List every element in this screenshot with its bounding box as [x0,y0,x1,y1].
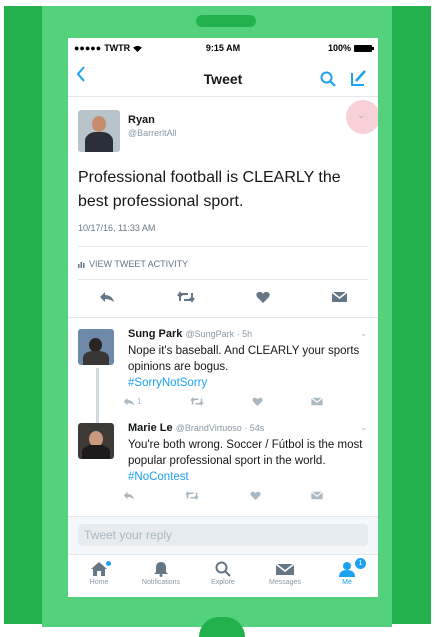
reply-author-handle: @SungPark [185,329,235,339]
heart-icon [256,291,271,303]
envelope-icon [310,397,323,406]
reply-button[interactable] [99,290,115,308]
reply-time: 54s [249,423,265,433]
reply-text: You're both wrong. Soccer / Fútbol is th… [128,437,374,485]
main-tweet-avatar[interactable] [78,110,120,152]
reply-icon [123,491,135,500]
reply-author-name: Sung Park [128,328,183,340]
nav-bar: Tweet [68,58,378,97]
tab-notifications[interactable]: Notifications [130,555,192,597]
divider [78,246,368,247]
reply-icon [123,397,135,406]
main-tweet-text: Professional football is CLEARLY the bes… [78,169,341,210]
envelope-icon [311,491,323,500]
reply-body: You're both wrong. Soccer / Fútbol is th… [128,439,363,467]
tab-label: Notifications [141,579,181,586]
battery-indicator: 100% [327,43,374,53]
reply-author[interactable]: Marie Le @BrandVirtuoso · 54s [128,422,264,434]
reply-avatar[interactable] [78,329,114,365]
phone-screen: ●●●●● TWTR 9:15 AM 100% Tweet Ryan @Barr… [68,38,378,597]
hashtag-link[interactable]: #NoContest [128,471,189,483]
retweet-icon [190,397,204,406]
like-button[interactable] [250,491,261,500]
envelope-icon [331,291,348,302]
bar-chart-icon [78,261,85,268]
status-bar: ●●●●● TWTR 9:15 AM 100% [68,38,378,58]
reply-actions: 1 [123,397,323,406]
tab-label: Messages [269,579,301,586]
search-icon [215,561,231,577]
tab-explore[interactable]: Explore [192,555,254,597]
tab-bar: Home Notifications Explore Messages 1 Me [68,554,378,597]
like-button[interactable] [252,397,263,406]
chevron-down-icon: ⌄ [360,422,368,432]
retweet-icon [185,491,199,500]
battery-percent: 100% [327,43,351,53]
reply-options-button[interactable]: ⌄ [360,422,368,433]
message-button[interactable] [331,290,348,308]
bell-icon [154,562,168,577]
retweet-button[interactable] [185,491,199,500]
tab-home[interactable]: Home [68,555,130,597]
reply-body: Nope it's baseball. And CLEARLY your spo… [128,345,360,373]
reply-input[interactable]: Tweet your reply [78,524,368,546]
like-button[interactable] [256,290,271,308]
search-icon [320,71,336,87]
heart-icon [252,397,263,406]
view-tweet-activity-button[interactable]: VIEW TWEET ACTIVITY [78,259,188,269]
battery-icon [354,44,374,52]
reply-icon [99,292,114,302]
retweet-icon [176,291,195,303]
phone-speaker [196,15,256,27]
reply-time: 5h [242,329,253,339]
retweet-button[interactable] [176,290,195,308]
reply-avatar[interactable] [78,423,114,459]
reply-actions [123,491,323,500]
reply-button[interactable]: 1 [123,397,141,406]
reply-composer: Tweet your reply [68,516,378,554]
chevron-down-icon: ⌄ [360,328,368,338]
compose-icon [351,70,366,86]
search-button[interactable] [320,71,336,92]
retweet-button[interactable] [190,397,204,406]
tab-label: Me [342,579,352,586]
main-tweet-name[interactable]: Ryan [128,114,155,126]
tab-me[interactable]: 1 Me [316,555,378,597]
reply-options-button[interactable]: ⌄ [360,328,368,339]
message-button[interactable] [311,491,323,500]
notification-badge: 1 [354,557,367,570]
tab-messages[interactable]: Messages [254,555,316,597]
tweet-options-button[interactable]: ⌄ [357,110,365,121]
main-tweet-handle[interactable]: @BarrerltAll [128,128,177,138]
main-tweet-timestamp: 10/17/16, 11:33 AM [78,223,156,233]
reply-button[interactable] [123,491,135,500]
main-tweet-actions [68,290,378,308]
envelope-icon [276,563,294,575]
reply-text: Nope it's baseball. And CLEARLY your spo… [128,343,374,391]
new-content-dot [106,561,111,566]
reply-count: 1 [137,397,142,406]
divider [78,279,368,280]
chevron-down-icon: ⌄ [357,110,366,121]
reply-author-handle: @BrandVirtuoso [175,423,242,433]
reply-author[interactable]: Sung Park @SungPark · 5h [128,328,252,340]
hashtag-link[interactable]: #SorryNotSorry [128,377,207,389]
compose-button[interactable] [349,69,367,92]
divider [68,317,378,318]
message-button[interactable] [310,397,323,406]
heart-icon [250,491,261,500]
tab-label: Home [89,579,109,586]
view-tweet-activity-label: VIEW TWEET ACTIVITY [89,259,189,269]
tab-label: Explore [211,579,235,586]
reply-author-name: Marie Le [128,422,173,434]
thread-line [96,368,99,430]
